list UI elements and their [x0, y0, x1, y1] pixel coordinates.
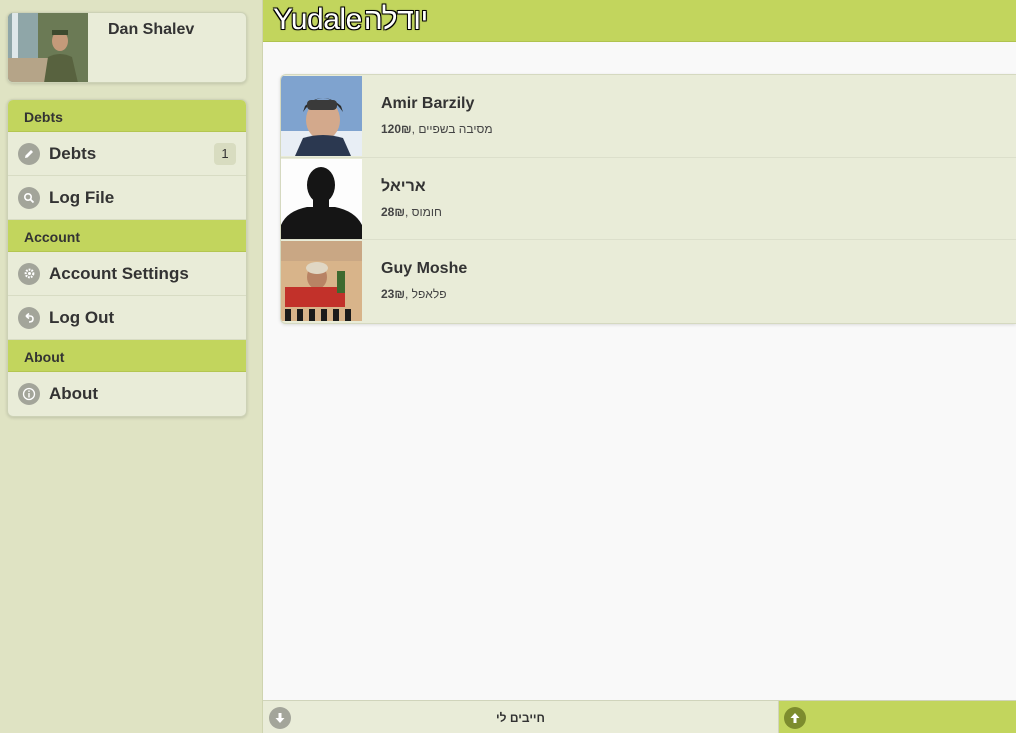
debts-count-badge: 1 [214, 143, 236, 165]
contact-avatar [281, 76, 362, 156]
app-logo[interactable]: Yudale יודלה [273, 0, 428, 40]
debt-details: 23₪, פלאפל [381, 287, 447, 301]
menu-header-debts: Debts [8, 100, 246, 132]
debt-row[interactable]: Amir Barzily 120₪, מסיבה בשפיים [281, 75, 1016, 158]
debt-contact-name: Amir Barzily [381, 95, 475, 112]
sidebar: Dan Shalev Debts Debts 1 Log File Accoun… [0, 0, 263, 733]
menu-item-debts[interactable]: Debts 1 [8, 132, 246, 176]
search-icon [18, 186, 40, 209]
debt-note: , פלאפל [404, 287, 447, 302]
info-icon [18, 383, 40, 405]
menu-item-about[interactable]: About [8, 372, 246, 416]
menu-item-log-out-label: Log Out [49, 307, 115, 327]
menu-item-account-settings[interactable]: Account Settings [8, 252, 246, 296]
debt-details: 28₪, חומוס [381, 205, 442, 219]
default-avatar-silhouette [281, 158, 362, 239]
menu-item-log-file-label: Log File [49, 187, 115, 207]
debt-contact-name: אריאל [381, 177, 426, 195]
tab-i-owe[interactable] [779, 701, 1016, 733]
debt-amount: 28₪ [381, 204, 405, 219]
menu-item-log-file[interactable]: Log File [8, 176, 246, 220]
profile-name: Dan Shalev [108, 21, 195, 38]
app-header: Yudale יודלה [263, 0, 1016, 42]
debt-amount: 120₪ [381, 122, 412, 136]
menu-item-account-settings-label: Account Settings [49, 263, 189, 283]
menu-item-log-out[interactable]: Log Out [8, 296, 246, 340]
debt-details: 120₪, מסיבה בשפיים [381, 122, 493, 136]
contact-avatar [281, 241, 362, 322]
menu-header-account: Account [8, 220, 246, 252]
debt-row[interactable]: אריאל 28₪, חומוס [281, 158, 1016, 241]
menu-header-about: About [8, 340, 246, 372]
pencil-icon [18, 142, 40, 165]
debt-row[interactable]: Guy Moshe 23₪, פלאפל [281, 240, 1016, 323]
side-menu: Debts Debts 1 Log File Account Account S… [7, 99, 247, 417]
profile-avatar [8, 13, 88, 82]
profile-card[interactable]: Dan Shalev [7, 12, 247, 83]
logo-latin: Yudale [273, 3, 362, 36]
debt-amount: 23₪ [381, 287, 405, 302]
tab-owed-to-me[interactable]: חייבים לי [263, 701, 779, 733]
back-arrow-icon [18, 306, 40, 329]
debts-list: Amir Barzily 120₪, מסיבה בשפיים אריאל 28… [280, 74, 1016, 324]
debt-note: , חומוס [404, 204, 442, 219]
tab-owed-to-me-label: חייבים לי [496, 711, 545, 725]
footer-tabs: חייבים לי [263, 700, 1016, 733]
logo-hebrew: יודלה [363, 3, 429, 36]
debt-contact-name: Guy Moshe [381, 260, 468, 278]
debt-note: , מסיבה בשפיים [411, 122, 493, 136]
gear-icon [18, 262, 40, 285]
menu-item-debts-label: Debts [49, 143, 97, 163]
menu-item-about-label: About [49, 384, 99, 403]
arrow-up-icon [784, 707, 806, 729]
